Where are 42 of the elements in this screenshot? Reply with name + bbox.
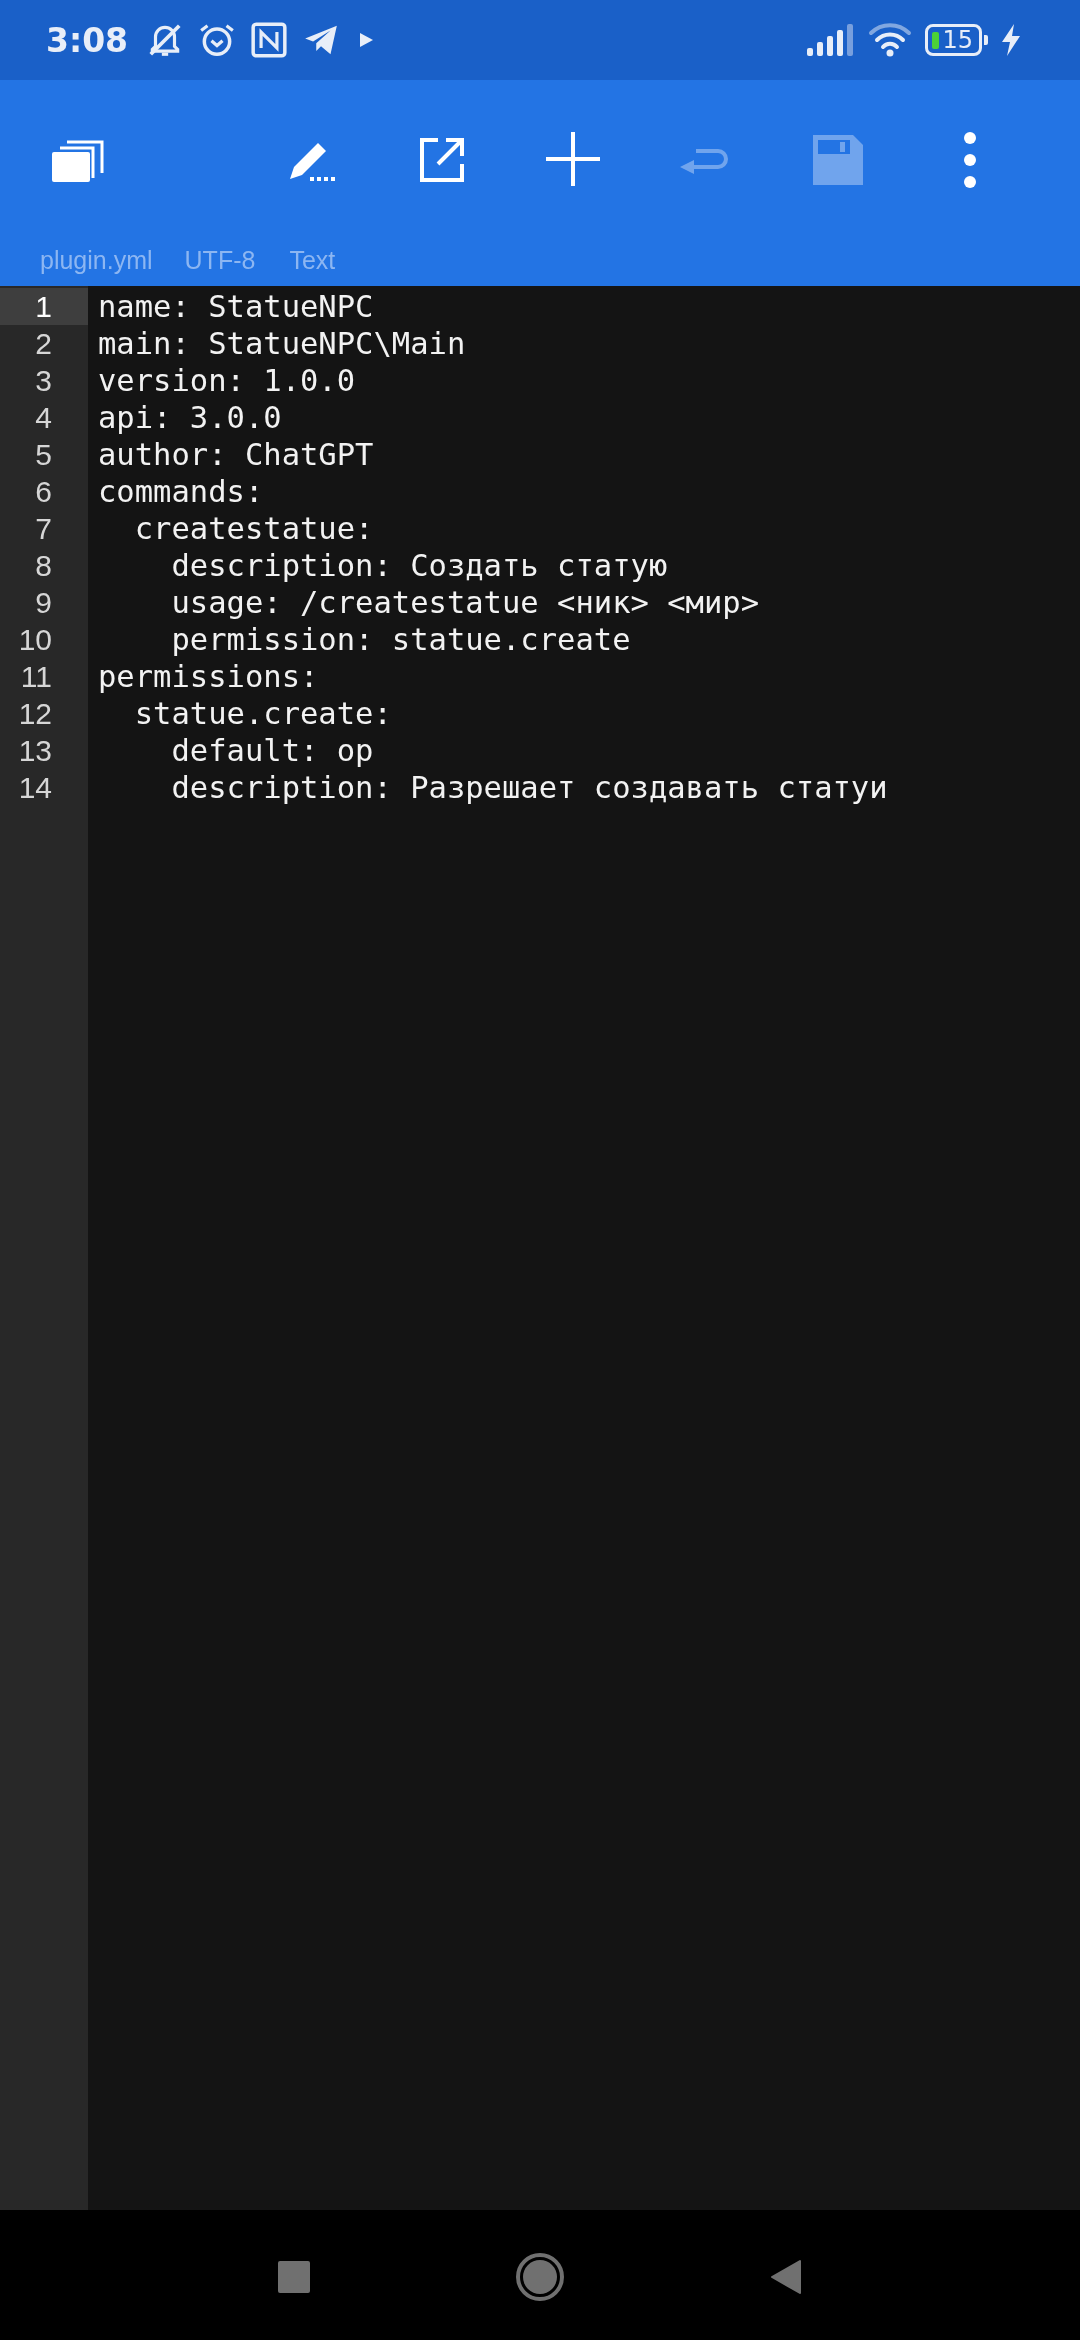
code-line: main: StatueNPC\Main: [98, 326, 466, 361]
line-number: 9: [34, 585, 53, 621]
line-number: 6: [34, 474, 53, 510]
home-icon[interactable]: [515, 2252, 565, 2302]
code-line: commands:: [98, 474, 264, 509]
battery-charge-bar: [932, 31, 940, 49]
code-line: permission: statue.create: [170, 622, 631, 657]
line-number: 14: [17, 770, 53, 806]
nfc-icon: [250, 21, 289, 59]
code-line: default: op: [170, 733, 374, 768]
file-name: plugin.yml: [40, 245, 153, 275]
code-line: usage: /createstatue <ник> <мир>: [170, 585, 760, 620]
code-line: description: Разрешает создавать статуи: [170, 770, 888, 805]
more-icon[interactable]: [964, 132, 976, 188]
charging-bolt-icon: [1000, 24, 1022, 56]
code-line: createstatue:: [133, 511, 374, 546]
clock-time: 3:08: [46, 20, 129, 60]
back-icon[interactable]: [770, 2259, 802, 2295]
add-icon[interactable]: [546, 132, 602, 188]
code-line: author: ChatGPT: [98, 437, 374, 472]
code-line: name: StatueNPC: [98, 289, 374, 324]
code-line: api: 3.0.0: [98, 400, 282, 435]
syntax-mode-label: Text: [289, 245, 336, 275]
signal-icon: [807, 24, 856, 56]
battery-percent: 15: [942, 28, 973, 52]
line-number: 3: [34, 363, 53, 399]
line-number: 7: [34, 511, 53, 547]
line-number: 1: [0, 288, 88, 325]
encoding-label: UTF-8: [184, 245, 256, 275]
line-number: 2: [34, 326, 53, 362]
code-line: version: 1.0.0: [98, 363, 356, 398]
code-line: statue.create:: [133, 696, 392, 731]
line-number: 11: [19, 659, 53, 695]
line-number: 12: [17, 696, 53, 732]
line-number: 13: [17, 733, 53, 769]
line-number: 4: [34, 400, 53, 436]
line-number: 5: [34, 437, 53, 473]
wifi-icon: [867, 22, 914, 58]
code-line: permissions:: [98, 659, 319, 694]
line-number: 8: [34, 548, 53, 584]
line-number: 10: [17, 622, 53, 658]
code-line: description: Создать статую: [170, 548, 668, 583]
